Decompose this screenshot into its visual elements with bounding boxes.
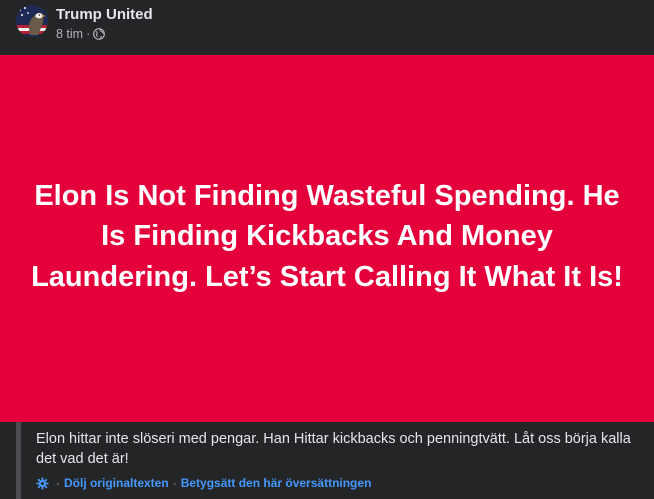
text-background-post: Elon Is Not Finding Wasteful Spending. H…: [0, 55, 654, 422]
translation-block: Elon hittar inte slöseri med pengar. Han…: [16, 422, 654, 499]
links-separator: ·: [56, 476, 60, 490]
translation-controls: · Dölj originaltexten · Betygsätt den hä…: [36, 476, 371, 490]
post-meta: 8 tim ·: [56, 27, 106, 41]
page-name[interactable]: Trump United: [56, 6, 153, 23]
meta-separator: ·: [86, 27, 91, 41]
eagle-flag-avatar-icon: [16, 5, 48, 37]
post-header: Trump United 8 tim ·: [0, 0, 654, 55]
gear-icon[interactable]: [36, 476, 49, 490]
links-separator: ·: [172, 476, 177, 490]
globe-icon[interactable]: [93, 28, 106, 40]
post-text: Elon Is Not Finding Wasteful Spending. H…: [31, 179, 623, 293]
post-timestamp[interactable]: 8 tim: [56, 27, 83, 41]
facebook-post: Trump United 8 tim · Elon Is Not Finding…: [0, 0, 654, 499]
rate-translation-link[interactable]: Betygsätt den här översättningen: [181, 476, 372, 490]
translated-text: Elon hittar inte slöseri med pengar. Han…: [36, 431, 631, 467]
page-avatar[interactable]: [16, 5, 48, 37]
hide-original-link[interactable]: Dölj originaltexten: [64, 476, 169, 490]
